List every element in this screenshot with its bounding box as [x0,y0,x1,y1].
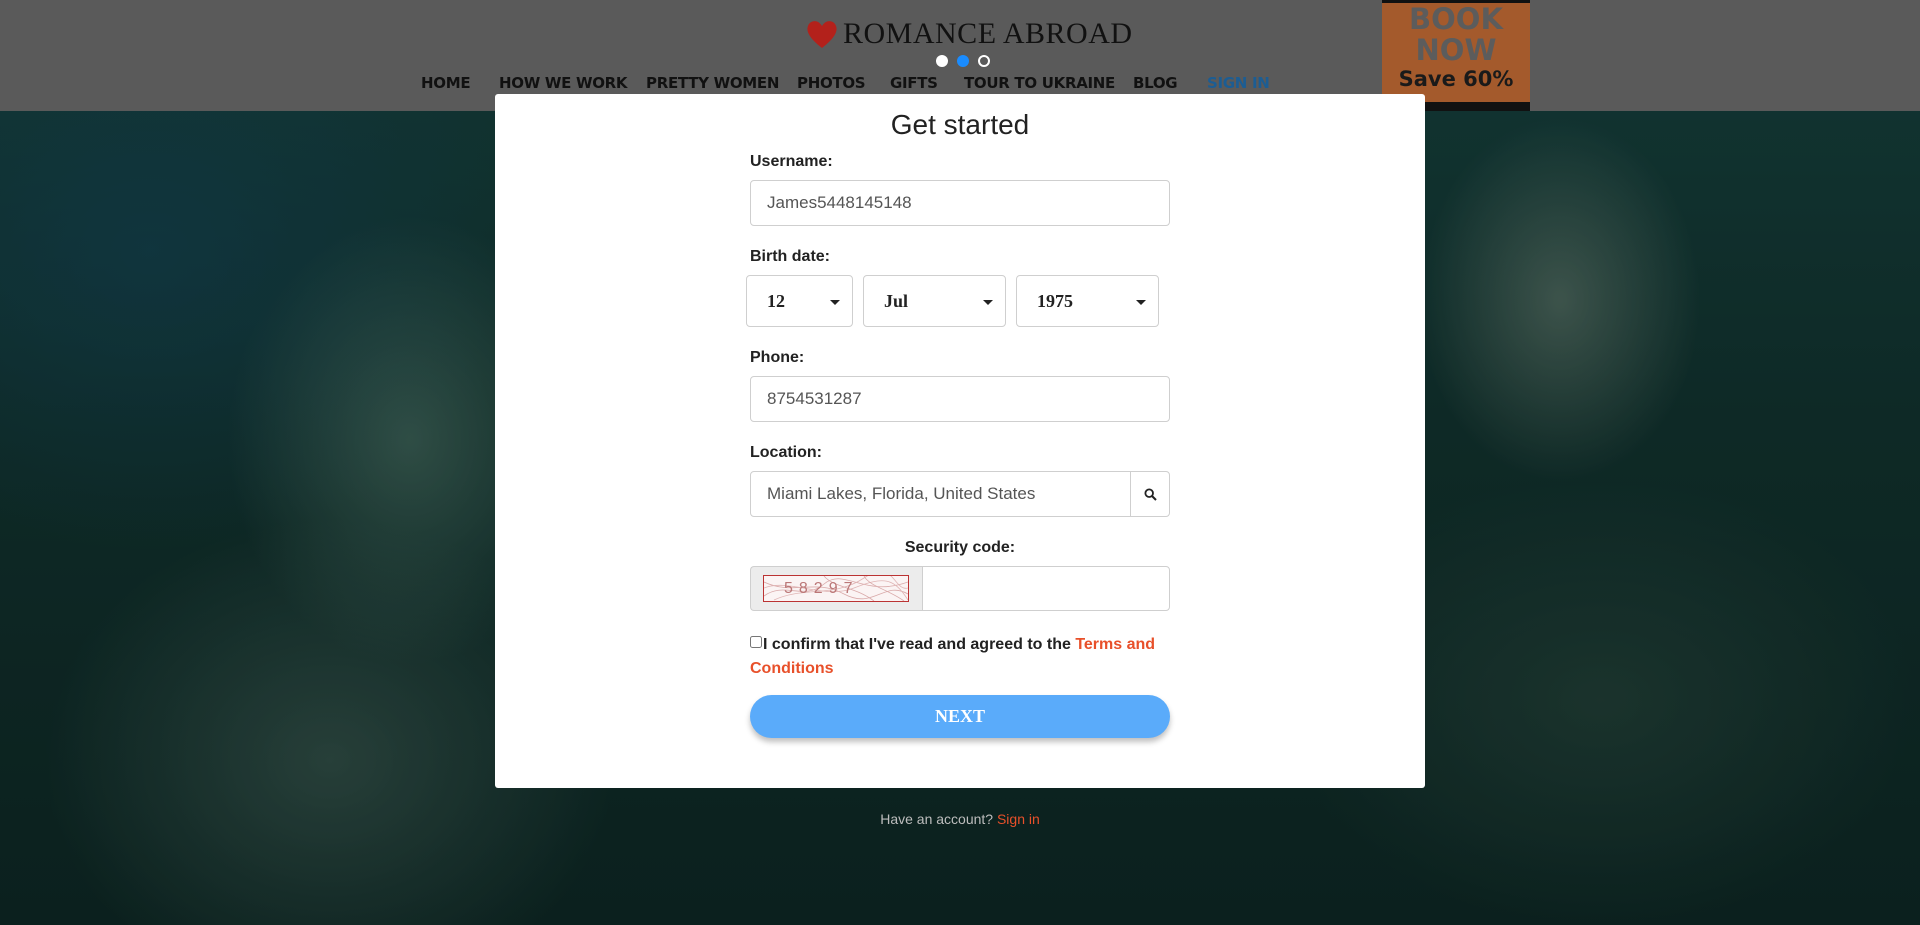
search-icon [1144,488,1157,501]
nav-pretty-women[interactable]: PRETTY WOMEN [646,74,779,92]
nav-home[interactable]: HOME [421,74,471,92]
terms-agreement-text: I confirm that I've read and agreed to t… [763,636,1076,653]
sign-in-link[interactable]: Sign in [997,811,1040,827]
birth-day-select[interactable]: 12 [746,275,853,327]
terms-checkbox[interactable] [750,636,762,648]
chevron-down-icon [983,300,993,305]
nav-sign-in[interactable]: SIGN IN [1207,74,1270,92]
carousel-dot[interactable] [978,55,990,67]
book-now-save: Save 60% [1398,67,1514,91]
book-now-title: BOOK NOW [1409,2,1503,67]
birth-year-select[interactable]: 1975 [1016,275,1159,327]
phone-field[interactable] [750,376,1170,422]
modal-title: Get started [890,109,1030,140]
location-search-button[interactable] [1130,471,1170,517]
phone-label: Phone: [750,349,805,366]
signup-modal: Get started Username: Birth date: 12 Jul… [495,94,1425,788]
birth-month-select[interactable]: Jul [863,275,1006,327]
location-label: Location: [750,444,822,461]
carousel-dot-active[interactable] [957,55,969,67]
book-now-button[interactable]: BOOK NOW Save 60% [1382,3,1530,102]
main-nav: HOME HOW WE WORK PRETTY WOMEN PHOTOS GIF… [0,74,1920,94]
nav-photos[interactable]: PHOTOS [797,74,866,92]
username-field[interactable] [750,180,1170,226]
have-account-text: Have an account? [880,811,997,827]
security-code-label: Security code: [904,539,1016,556]
chevron-down-icon [830,300,840,305]
nav-gifts[interactable]: GIFTS [890,74,938,92]
security-code-field[interactable] [922,566,1170,611]
site-logo[interactable]: ROMANCE ABROAD [805,14,1133,54]
captcha-noise: 58297 [763,571,909,602]
birth-day-value: 12 [767,291,785,311]
username-label: Username: [750,153,833,170]
carousel-dot[interactable] [936,55,948,67]
nav-blog[interactable]: BLOG [1133,74,1178,92]
captcha-box: 58297 [750,566,922,611]
chevron-down-icon [1136,300,1146,305]
location-field[interactable] [750,471,1131,517]
have-account: Have an account? Sign in [0,811,1920,827]
birth-year-value: 1975 [1037,291,1073,311]
terms-agreement: I confirm that I've read and agreed to t… [750,633,1170,681]
heart-icon [807,21,837,48]
captcha-image: 58297 [763,571,909,602]
nav-how-we-work[interactable]: HOW WE WORK [499,74,628,92]
carousel-dots [936,55,990,67]
next-button[interactable]: NEXT [750,695,1170,738]
birth-date-label: Birth date: [750,248,830,265]
nav-tour-to-ukraine[interactable]: TOUR TO UKRAINE [964,74,1115,92]
birth-month-value: Jul [884,291,909,311]
logo-text: ROMANCE ABROAD [843,17,1133,50]
captcha-text: 58297 [784,580,859,597]
